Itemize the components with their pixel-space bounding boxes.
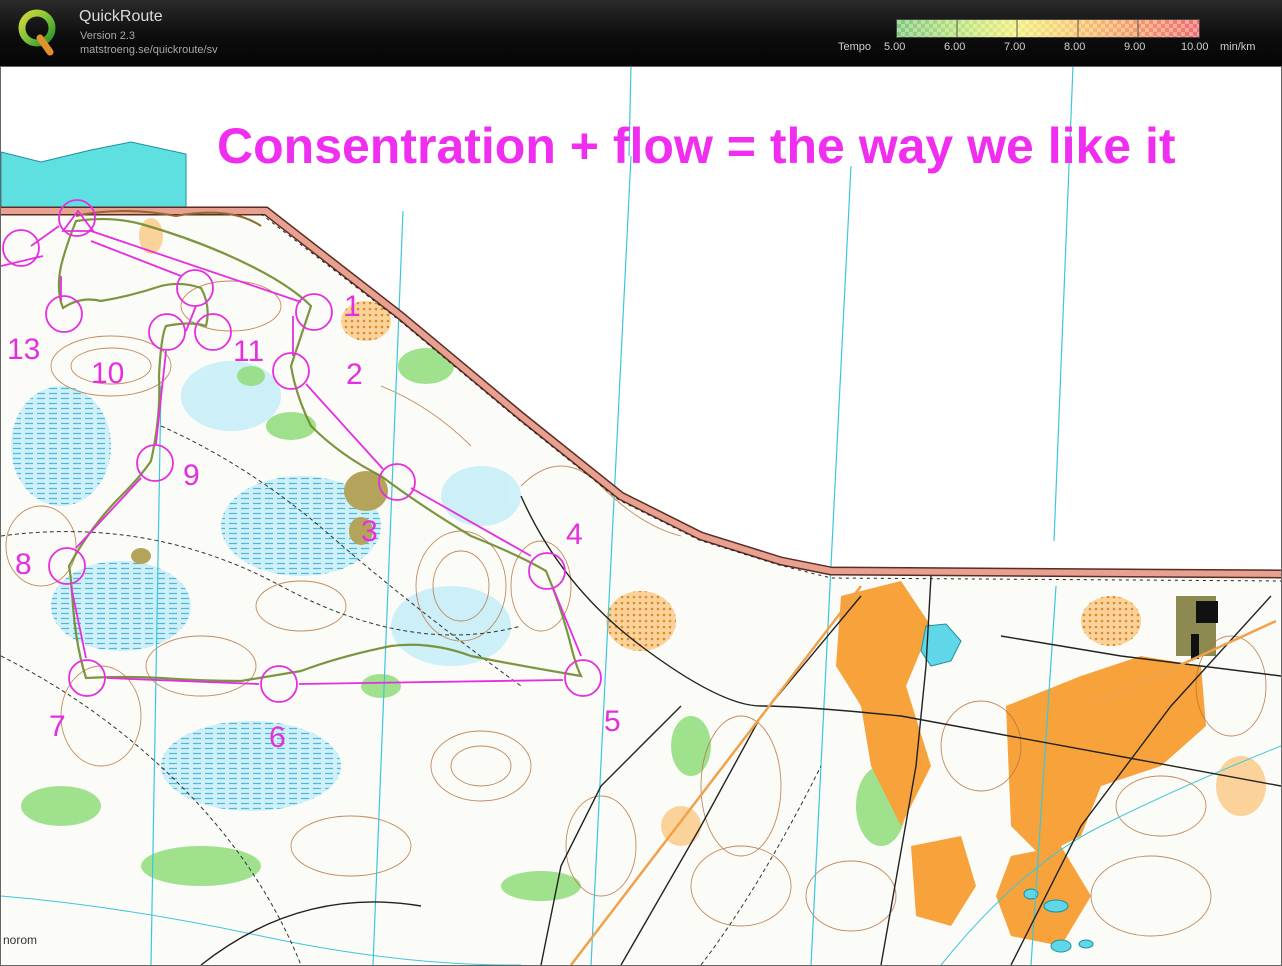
control-number: 4 — [566, 518, 583, 551]
control-number: 5 — [604, 705, 621, 738]
control-number: 3 — [361, 515, 378, 548]
app-header: QuickRoute Version 2.3 matstroeng.se/qui… — [0, 0, 1282, 66]
pace-tick-label: 6.00 — [944, 41, 966, 53]
control-number: 7 — [49, 710, 66, 743]
control-number: 2 — [346, 358, 363, 391]
pace-tick-label: 5.00 — [884, 41, 906, 53]
control-number: 6 — [269, 721, 286, 754]
control-number: 11 — [233, 335, 264, 368]
map-headline: Consentration + flow = the way we like i… — [217, 118, 1176, 174]
quickroute-logo-icon — [18, 9, 56, 56]
map-corner-label: norom — [3, 933, 37, 947]
app-version: Version 2.3 — [80, 30, 136, 42]
control-number: 1 — [344, 290, 361, 323]
pace-legend-bar — [896, 19, 1200, 38]
control-number: 8 — [15, 548, 32, 581]
pace-tick-label: 10.00 — [1181, 41, 1209, 53]
pace-tick-label: 9.00 — [1124, 41, 1146, 53]
app-url[interactable]: matstroeng.se/quickroute/sv — [80, 44, 218, 56]
app-title: QuickRoute — [79, 8, 163, 25]
orienteering-map[interactable]: 1 2 3 4 5 6 7 8 9 10 11 13 Consentration… — [1, 66, 1281, 965]
control-number: 9 — [183, 459, 200, 492]
control-number: 13 — [7, 333, 40, 366]
control-number: 10 — [91, 357, 124, 390]
pace-tick-label: 8.00 — [1064, 41, 1086, 53]
pace-legend-label: Tempo — [838, 41, 872, 53]
pace-unit-label: min/km — [1220, 41, 1256, 53]
pace-tick-label: 7.00 — [1004, 41, 1026, 53]
